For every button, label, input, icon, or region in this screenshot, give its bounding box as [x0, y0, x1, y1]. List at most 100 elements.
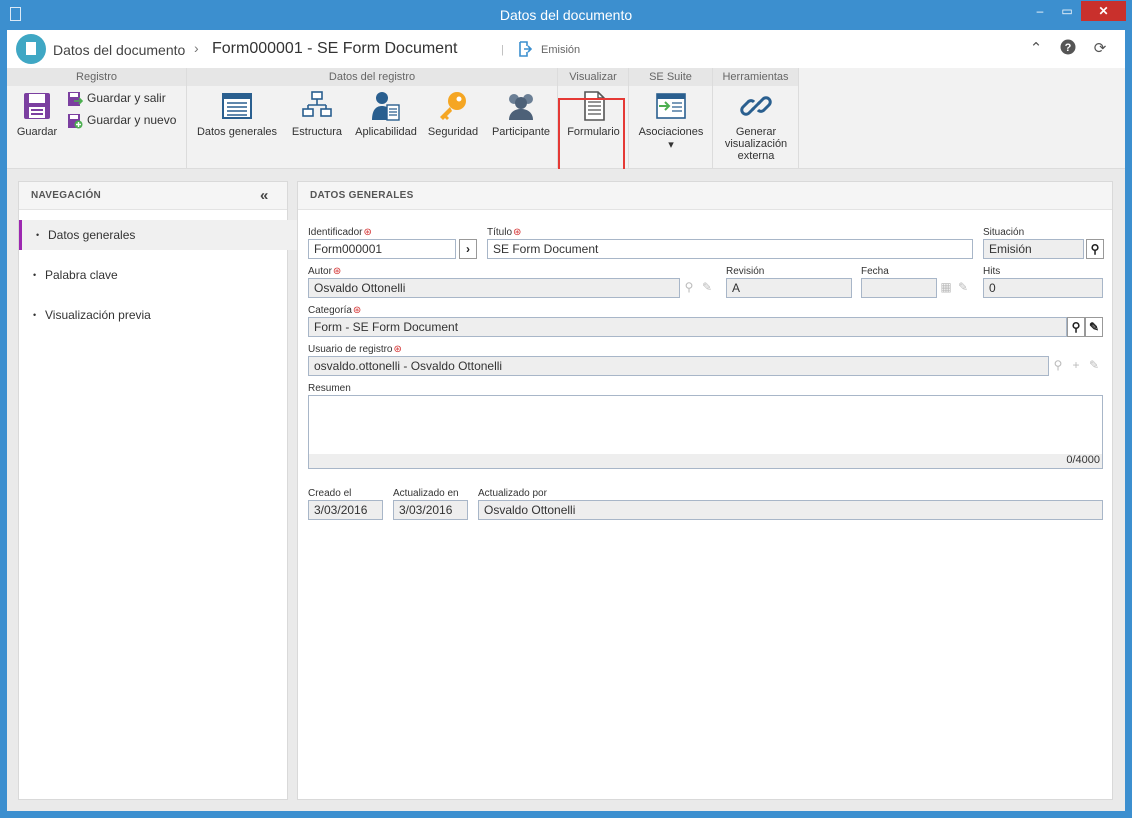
clear-user-icon[interactable]: ✎ — [1085, 356, 1103, 376]
breadcrumb-separator: › — [194, 40, 199, 56]
collapse-icon[interactable]: ⌃ — [1026, 39, 1046, 59]
clear-category-icon[interactable]: ✎ — [1085, 317, 1103, 337]
window-frame: Datos del documento ‒ ▭ ✕ Datos del docu… — [0, 0, 1132, 818]
group-title-herramientas: Herramientas — [713, 68, 798, 86]
group-title-se-suite: SE Suite — [629, 68, 712, 86]
associations-dropdown-icon[interactable]: ▾ — [668, 139, 674, 151]
collapse-nav-icon[interactable]: « — [260, 182, 269, 210]
summary-label: Resumen — [308, 383, 351, 394]
author-field[interactable]: Osvaldo Ottonelli — [308, 278, 680, 298]
save-exit-label: Guardar y salir — [87, 91, 166, 106]
window-title: Datos del documento — [499, 7, 633, 23]
next-identifier-button[interactable]: › — [459, 239, 477, 259]
close-button[interactable]: ✕ — [1081, 1, 1126, 21]
save-new-icon — [68, 114, 83, 129]
structure-icon — [302, 91, 332, 117]
date-field — [861, 278, 937, 298]
group-se-suite: SE Suite Asociaciones ▾ — [629, 68, 713, 169]
page-title: Form000001 - SE Form Document — [212, 40, 458, 57]
maximize-button[interactable]: ▭ — [1054, 1, 1080, 21]
breadcrumb-root[interactable]: Datos del documento — [53, 42, 185, 58]
add-user-icon[interactable]: + — [1067, 356, 1085, 376]
save-and-new-button[interactable]: Guardar y nuevo — [67, 113, 176, 129]
document-app-icon — [16, 34, 46, 64]
identifier-label: Identificador⊛ — [308, 227, 372, 238]
save-button[interactable]: Guardar — [11, 90, 63, 138]
generate-label-1: Generar — [735, 126, 777, 138]
participant-button[interactable]: Participante — [487, 90, 555, 138]
title-bar[interactable]: Datos del documento ‒ ▭ ✕ — [0, 0, 1132, 30]
help-icon[interactable]: ? — [1058, 39, 1078, 59]
registration-user-field[interactable]: osvaldo.ottonelli - Osvaldo Ottonelli — [308, 356, 1049, 376]
navigation-title-text: NAVEGACIÓN — [31, 190, 102, 201]
status-label: Situación — [983, 227, 1025, 238]
group-registro: Registro Guardar Guardar y salir Guardar… — [7, 68, 187, 169]
structure-label: Estructura — [291, 126, 343, 138]
registration-user-label: Usuario de registro⊛ — [308, 344, 402, 355]
participants-icon — [509, 94, 533, 120]
stage-arrow-icon — [519, 41, 532, 57]
structure-button[interactable]: Estructura — [287, 90, 347, 138]
status-field: Emisión — [983, 239, 1084, 259]
participant-label: Participante — [491, 126, 551, 138]
date-label: Fecha — [861, 266, 889, 277]
updated-field: 3/03/2016 — [393, 500, 468, 520]
associations-icon — [656, 93, 686, 119]
header-bar: Datos del documento › Form000001 - SE Fo… — [7, 30, 1125, 68]
title-field[interactable]: SE Form Document — [487, 239, 973, 259]
general-data-button[interactable]: Datos generales — [193, 90, 281, 138]
nav-item-datos-generales[interactable]: Datos generales — [19, 220, 298, 250]
key-icon — [440, 92, 466, 120]
minimize-button[interactable]: ‒ — [1027, 1, 1053, 21]
identifier-field[interactable]: Form000001 — [308, 239, 456, 259]
search-user-icon[interactable]: ⚲ — [1049, 356, 1067, 376]
hits-label: Hits — [983, 266, 1001, 277]
applicability-button[interactable]: Aplicabilidad — [353, 90, 419, 138]
ribbon-toolbar: Registro Guardar Guardar y salir Guardar… — [7, 68, 1125, 184]
title-label: Título⊛ — [487, 227, 522, 238]
group-title-registro: Registro — [7, 68, 186, 86]
general-data-label: Datos generales — [196, 126, 278, 138]
save-exit-icon — [68, 92, 83, 106]
group-datos-registro: Datos del registro Datos generales Estru… — [187, 68, 558, 169]
author-label: Autor⊛ — [308, 266, 342, 277]
save-and-exit-button[interactable]: Guardar y salir — [67, 91, 166, 107]
navigation-title: NAVEGACIÓN « — [19, 182, 287, 210]
security-label: Seguridad — [427, 126, 479, 138]
calendar-icon[interactable]: ▦ — [937, 278, 955, 298]
updated-by-field: Osvaldo Ottonelli — [478, 500, 1103, 520]
security-button[interactable]: Seguridad — [426, 90, 480, 138]
nav-item-visualizacion-previa[interactable]: Visualización previa — [19, 300, 298, 330]
refresh-icon[interactable]: ⟳ — [1090, 39, 1110, 59]
generate-label-2: visualización — [724, 138, 788, 150]
link-icon — [740, 96, 772, 116]
generate-external-view-button[interactable]: Generar visualización externa — [717, 90, 795, 162]
navigation-panel: NAVEGACIÓN « Datos generales Palabra cla… — [18, 181, 298, 800]
general-data-title: DATOS GENERALES — [298, 182, 1112, 210]
updated-by-label: Actualizado por — [478, 488, 547, 499]
hits-field: 0 — [983, 278, 1103, 298]
updated-label: Actualizado en — [393, 488, 459, 499]
save-icon — [24, 93, 50, 119]
search-author-icon[interactable]: ⚲ — [680, 278, 698, 298]
revision-label: Revisión — [726, 266, 765, 277]
search-category-icon[interactable]: ⚲ — [1067, 317, 1085, 337]
binoculars-icon[interactable]: ⚲ — [1086, 239, 1104, 259]
category-field[interactable]: Form - SE Form Document — [308, 317, 1067, 337]
nav-item-palabra-clave[interactable]: Palabra clave — [19, 260, 298, 290]
stage-label: Emisión — [541, 44, 581, 56]
clear-date-icon[interactable]: ✎ — [954, 278, 972, 298]
clear-author-icon[interactable]: ✎ — [698, 278, 716, 298]
summary-textarea[interactable] — [308, 395, 1103, 455]
category-label: Categoría⊛ — [308, 305, 362, 316]
associations-button[interactable]: Asociaciones ▾ — [633, 90, 709, 151]
svg-text:?: ? — [1065, 42, 1072, 54]
save-new-label: Guardar y nuevo — [87, 113, 177, 128]
created-label: Creado el — [308, 488, 352, 499]
client-area: Datos del documento › Form000001 - SE Fo… — [7, 30, 1125, 811]
revision-field: A — [726, 278, 852, 298]
group-title-datos-registro: Datos del registro — [187, 68, 557, 86]
group-herramientas: Herramientas Generar visualización exter… — [713, 68, 799, 169]
applicability-icon — [372, 92, 400, 121]
header-divider: | — [501, 44, 504, 56]
